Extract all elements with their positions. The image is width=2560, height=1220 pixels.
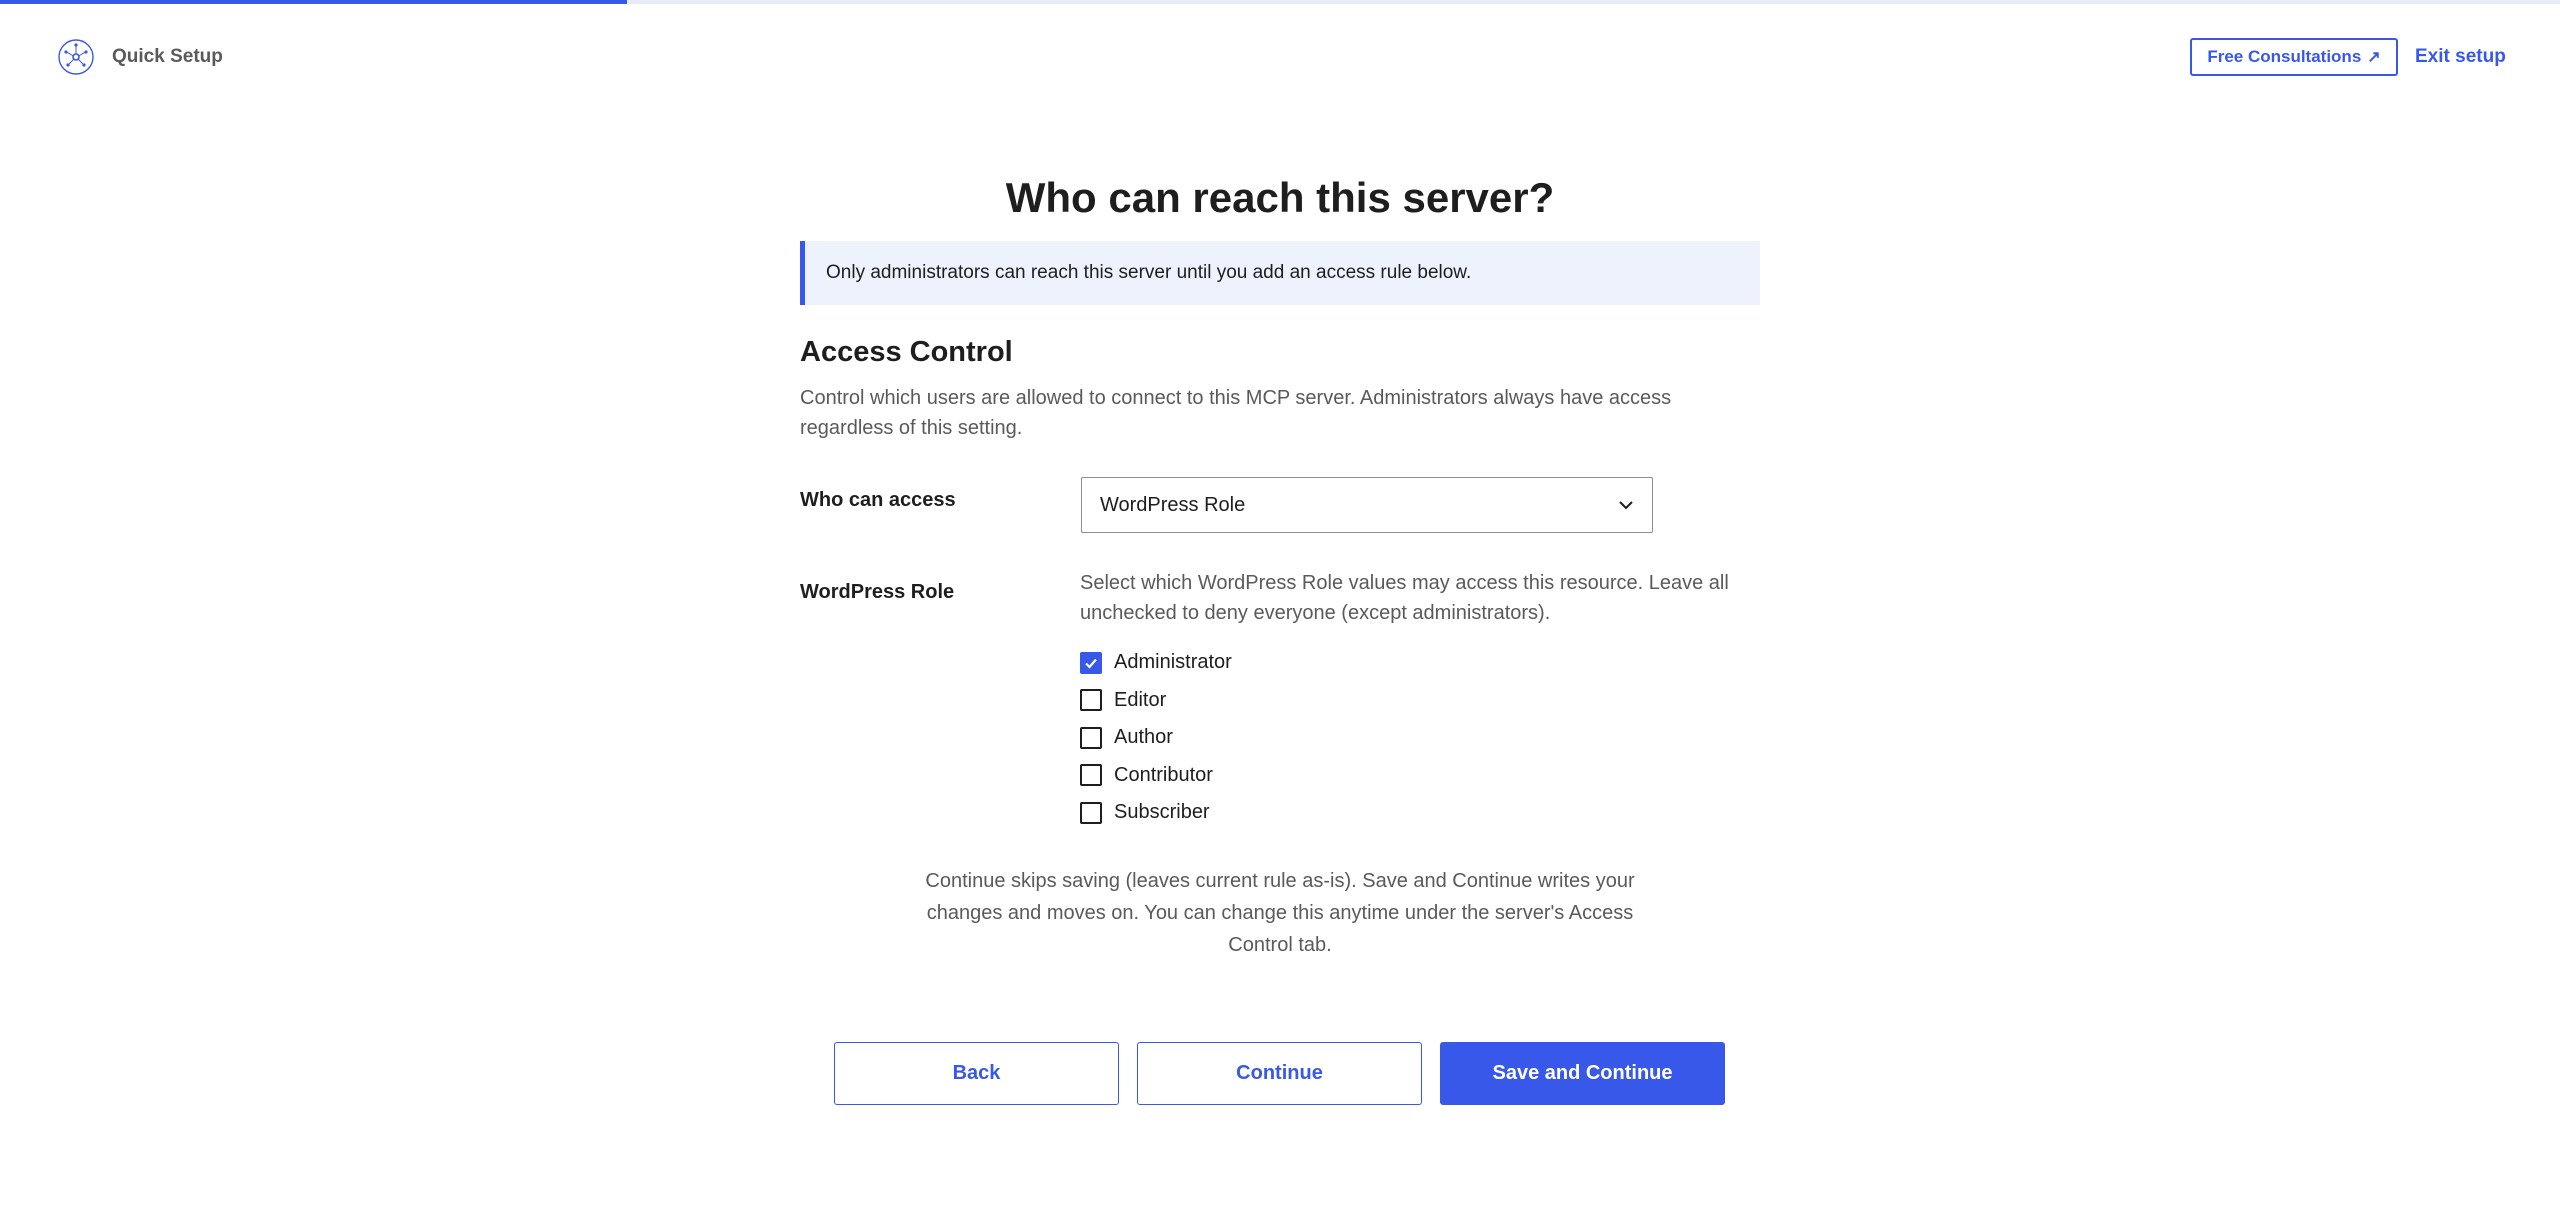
checkbox[interactable]	[1080, 689, 1102, 712]
info-notice: Only administrators can reach this serve…	[800, 241, 1760, 305]
role-option-administrator[interactable]: Administrator	[1080, 644, 1232, 682]
page-title: Who can reach this server?	[1005, 174, 1555, 221]
section-description: Control which users are allowed to conne…	[800, 387, 1672, 439]
checkbox[interactable]	[1080, 651, 1102, 674]
top-bar: Quick Setup Free Consultations ↗ Exit se…	[0, 4, 2560, 110]
save-and-continue-button[interactable]: Save and Continue	[1440, 1042, 1725, 1105]
checkbox[interactable]	[1080, 726, 1102, 749]
wordpress-role-label: WordPress Role	[800, 581, 955, 603]
role-option-label: Author	[1114, 726, 1173, 749]
section-title: Access Control	[800, 336, 1013, 368]
back-button[interactable]: Back	[834, 1042, 1119, 1105]
role-option-editor[interactable]: Editor	[1080, 682, 1232, 720]
role-option-label: Administrator	[1114, 651, 1232, 674]
app-title: Quick Setup	[112, 46, 223, 67]
role-option-label: Editor	[1114, 688, 1167, 711]
role-checklist: Administrator Editor Author Contributor …	[1080, 644, 1232, 832]
network-nodes-icon	[58, 39, 94, 75]
role-option-label: Contributor	[1114, 763, 1213, 786]
external-link-icon: ↗	[2367, 49, 2381, 66]
role-option-label: Subscriber	[1114, 801, 1210, 824]
free-consultations-button[interactable]: Free Consultations ↗	[2190, 38, 2398, 76]
brand: Quick Setup	[57, 38, 223, 76]
who-can-access-label: Who can access	[800, 489, 956, 511]
role-option-subscriber[interactable]: Subscriber	[1080, 794, 1232, 832]
role-option-author[interactable]: Author	[1080, 719, 1232, 757]
role-help-text: Select which WordPress Role values may a…	[1080, 572, 1729, 624]
continue-button[interactable]: Continue	[1137, 1042, 1422, 1105]
footnote-text: Continue skips saving (leaves current ru…	[925, 870, 1635, 956]
checkbox[interactable]	[1080, 801, 1102, 824]
checkbox[interactable]	[1080, 764, 1102, 787]
chevron-down-icon	[1619, 501, 1633, 510]
notice-text: Only administrators can reach this serve…	[826, 262, 1472, 283]
select-value: WordPress Role	[1100, 493, 1246, 516]
role-option-contributor[interactable]: Contributor	[1080, 757, 1232, 795]
checkmark-icon	[1085, 658, 1097, 669]
free-consultations-label: Free Consultations	[2207, 47, 2362, 66]
who-can-access-select[interactable]: WordPress Role	[1081, 477, 1653, 533]
exit-setup-link[interactable]: Exit setup	[2415, 46, 2506, 68]
